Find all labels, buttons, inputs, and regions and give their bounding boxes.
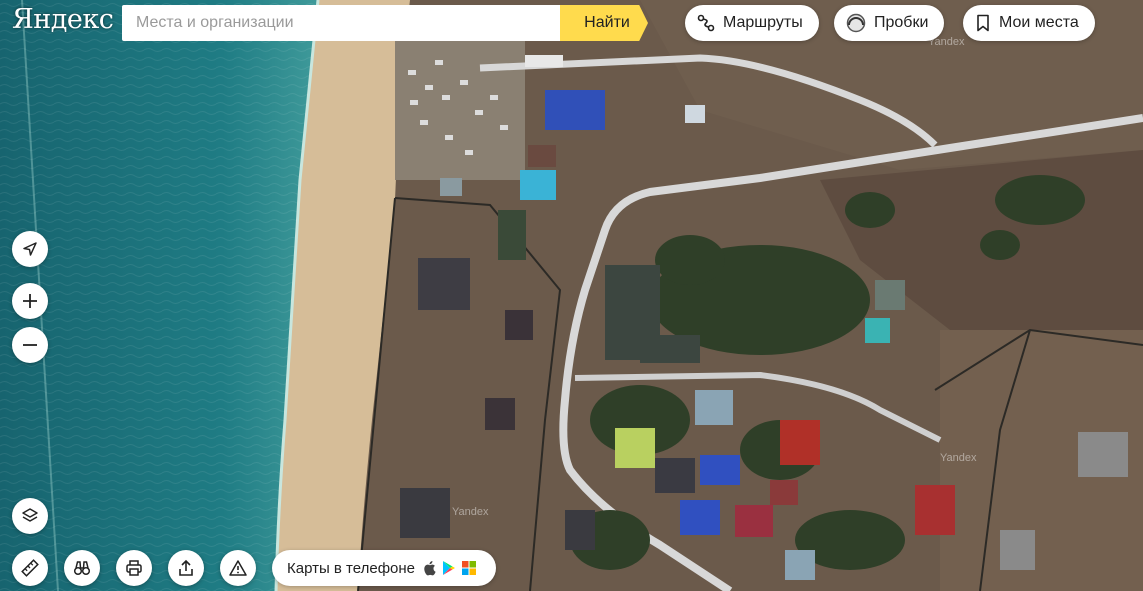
share-icon bbox=[179, 559, 193, 576]
geolocation-button[interactable] bbox=[12, 231, 48, 267]
my-places-label: Мои места bbox=[999, 14, 1079, 31]
zoom-out-button[interactable] bbox=[12, 327, 48, 363]
watermark: Yandex bbox=[452, 506, 489, 518]
layers-icon bbox=[22, 508, 38, 522]
my-places-button[interactable]: Мои места bbox=[963, 5, 1095, 41]
print-button[interactable] bbox=[116, 550, 152, 586]
bookmark-icon bbox=[977, 14, 989, 32]
yandex-logo[interactable]: Яндекс bbox=[12, 4, 114, 35]
routes-button[interactable]: Маршруты bbox=[685, 5, 819, 41]
printer-icon bbox=[126, 560, 142, 576]
satellite-map[interactable] bbox=[0, 0, 1143, 591]
ruler-icon bbox=[21, 559, 39, 577]
binoculars-icon bbox=[73, 561, 91, 576]
plus-icon bbox=[23, 294, 37, 308]
warning-icon bbox=[229, 560, 247, 576]
sea-texture bbox=[0, 0, 318, 591]
mobile-apps-label: Карты в телефоне bbox=[287, 559, 415, 577]
layers-button[interactable] bbox=[12, 498, 48, 534]
share-button[interactable] bbox=[168, 550, 204, 586]
traffic-icon bbox=[846, 13, 866, 33]
panorama-button[interactable] bbox=[64, 550, 100, 586]
mobile-apps-banner[interactable]: Карты в телефоне bbox=[272, 550, 496, 586]
parking-lot bbox=[395, 40, 525, 180]
route-icon bbox=[697, 14, 715, 32]
watermark: Yandex bbox=[940, 452, 977, 464]
report-error-button[interactable] bbox=[220, 550, 256, 586]
arrow-icon bbox=[23, 242, 37, 256]
google-play-icon bbox=[443, 561, 455, 575]
minus-icon bbox=[23, 344, 37, 346]
ruler-button[interactable] bbox=[12, 550, 48, 586]
routes-label: Маршруты bbox=[723, 14, 803, 31]
traffic-label: Пробки bbox=[874, 14, 929, 31]
zoom-in-button[interactable] bbox=[12, 283, 48, 319]
apple-icon bbox=[424, 561, 436, 576]
traffic-button[interactable]: Пробки bbox=[834, 5, 945, 41]
windows-icon bbox=[462, 561, 476, 575]
search-input[interactable] bbox=[122, 5, 560, 41]
find-button[interactable]: Найти bbox=[560, 5, 648, 41]
